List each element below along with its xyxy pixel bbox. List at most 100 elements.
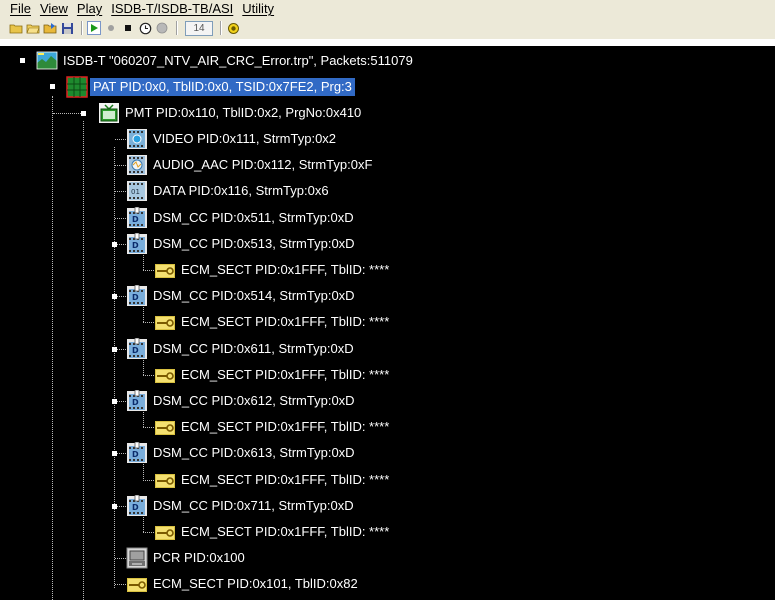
lightbulb-icon[interactable] (226, 21, 240, 35)
tree-expander[interactable] (112, 241, 117, 247)
tree-node-stream[interactable]: D DSM_CC PID:0x612, StrmTyp:0xD (126, 388, 358, 414)
tree-node-stream[interactable]: D DSM_CC PID:0x711, StrmTyp:0xD (126, 493, 357, 519)
tree-node-stream[interactable]: PCR PID:0x100 (126, 545, 248, 571)
transport-stream-icon (36, 50, 58, 72)
audio-stream-icon (126, 154, 148, 176)
menu-play[interactable]: Play (73, 1, 107, 16)
tree-node-stream[interactable]: D DSM_CC PID:0x514, StrmTyp:0xD (126, 283, 358, 309)
stream-tree[interactable]: ISDB-T "060207_NTV_AIR_CRC_Error.trp", P… (0, 46, 775, 600)
dsmcc-stream-icon: D (126, 337, 148, 360)
svg-text:D: D (132, 450, 139, 459)
tree-node-label: DSM_CC PID:0x612, StrmTyp:0xD (153, 393, 355, 408)
tree-connector (143, 427, 154, 429)
tree-connector (143, 322, 154, 324)
stop-icon[interactable] (121, 21, 135, 35)
tree-node-label: PCR PID:0x100 (153, 550, 245, 566)
dsmcc-stream-icon: D (126, 442, 148, 464)
tree-connector (143, 254, 144, 270)
tree-expander[interactable] (112, 503, 117, 509)
svg-text:D: D (132, 293, 139, 302)
tree-node-ecm[interactable]: ECM_SECT PID:0x1FFF, TblID: **** (154, 414, 392, 440)
tree-node-ecm[interactable]: ECM_SECT PID:0x1FFF, TblID: **** (154, 257, 392, 283)
svg-text:D: D (132, 241, 139, 250)
tree-node-pmt[interactable]: PMT PID:0x110, TblID:0x2, PrgNo:0x410 (98, 100, 364, 126)
tree-node-stream[interactable]: ECM_SECT PID:0x101, TblID:0x82 (126, 571, 361, 597)
tree-node-ecm[interactable]: ECM_SECT PID:0x1FFF, TblID: **** (154, 362, 392, 388)
tree-expander[interactable] (50, 84, 55, 89)
tree-node-stream[interactable]: D DSM_CC PID:0x611, StrmTyp:0xD (126, 336, 357, 362)
play-icon[interactable] (87, 21, 101, 35)
svg-text:D: D (132, 346, 139, 355)
tree-connector (143, 532, 154, 533)
packet-count-field[interactable]: 14 (185, 20, 213, 36)
tree-connector (115, 165, 126, 167)
toolbar-separator (220, 21, 222, 35)
open-folder-icon[interactable] (26, 21, 40, 35)
tree-node-ecm[interactable]: ECM_SECT PID:0x1FFF, TblID: **** (154, 309, 392, 335)
tree-node-label: DSM_CC PID:0x613, StrmTyp:0xD (153, 445, 355, 461)
tree-connector (115, 139, 126, 140)
status-dot-icon[interactable] (155, 21, 169, 35)
tree-expander[interactable] (112, 399, 117, 404)
key-icon (154, 521, 176, 543)
menu-utility[interactable]: Utility (238, 1, 279, 16)
tree-node-label: ECM_SECT PID:0x1FFF, TblID: **** (181, 419, 390, 435)
tree-connector (115, 217, 126, 219)
tree-node-ecm[interactable]: ECM_SECT PID:0x1FFF, TblID: **** (154, 519, 392, 545)
tree-node-label: DSM_CC PID:0x511, StrmTyp:0xD (153, 209, 354, 225)
tree-node-stream[interactable]: 01 DATA PID:0x116, StrmTyp:0x6 (126, 178, 332, 204)
menu-file[interactable]: File (0, 1, 36, 16)
tree-expander[interactable] (112, 346, 117, 352)
tree-expander[interactable] (20, 58, 25, 63)
tree-connector (143, 412, 144, 427)
tree-node-label: VIDEO PID:0x111, StrmTyp:0x2 (153, 131, 337, 146)
tree-node-stream[interactable]: AUDIO_AAC PID:0x112, StrmTyp:0xF (126, 152, 375, 178)
dsmcc-stream-icon: D (126, 390, 148, 412)
tree-node-root[interactable]: ISDB-T "060207_NTV_AIR_CRC_Error.trp", P… (36, 48, 416, 74)
dsmcc-stream-icon: D (126, 285, 148, 307)
tree-node-stream[interactable]: VIDEO PID:0x111, StrmTyp:0x2 (126, 126, 339, 152)
key-icon (126, 573, 148, 595)
tree-connector (83, 121, 84, 600)
menu-view[interactable]: View (36, 1, 73, 16)
clock-icon[interactable] (138, 21, 152, 35)
menu-bar: File View Play ISDB-T/ISDB-TB/ASI Utilit… (0, 0, 775, 17)
tree-node-stream[interactable]: D DSM_CC PID:0x613, StrmTyp:0xD (126, 440, 358, 466)
tree-node-stream[interactable]: D DSM_CC PID:0x511, StrmTyp:0xD (126, 205, 357, 231)
tree-node-ecm[interactable]: ECM_SECT PID:0x1FFF, TblID: **** (154, 467, 392, 493)
menu-isdb[interactable]: ISDB-T/ISDB-TB/ASI (107, 1, 238, 16)
tv-program-icon (98, 102, 120, 124)
tree-expander[interactable] (81, 111, 86, 116)
tree-expander[interactable] (112, 451, 117, 457)
tree-connector (143, 479, 154, 481)
tree-connector (114, 147, 115, 588)
toolbar: 14 (0, 17, 775, 39)
tree-connector (143, 270, 154, 271)
new-folder-icon[interactable] (9, 21, 23, 35)
video-stream-icon (126, 128, 148, 150)
tree-node-stream[interactable]: D DSM_CC PID:0x513, StrmTyp:0xD (126, 231, 358, 257)
open-file-icon[interactable] (43, 21, 57, 35)
tree-node-label: ECM_SECT PID:0x1FFF, TblID: **** (181, 366, 390, 382)
tree-node-label: DSM_CC PID:0x711, StrmTyp:0xD (153, 497, 354, 513)
record-icon[interactable] (104, 21, 118, 35)
tree-connector (53, 113, 83, 114)
key-icon (154, 259, 176, 281)
key-icon (154, 311, 176, 333)
dsmcc-stream-icon: D (126, 206, 148, 229)
tree-expander[interactable] (112, 294, 117, 300)
key-icon (154, 416, 176, 438)
tree-node-label: ECM_SECT PID:0x1FFF, TblID: **** (181, 524, 390, 539)
svg-text:D: D (132, 215, 139, 224)
dsmcc-stream-icon: D (126, 232, 148, 255)
tree-node-label: ECM_SECT PID:0x1FFF, TblID: **** (181, 314, 390, 330)
tree-node-label: ECM_SECT PID:0x1FFF, TblID: **** (181, 262, 390, 277)
save-disk-icon[interactable] (60, 21, 74, 35)
tree-node-label: PMT PID:0x110, TblID:0x2, PrgNo:0x410 (125, 105, 362, 120)
tree-node-pat[interactable]: PAT PID:0x0, TblID:0x0, TSID:0x7FE2, Prg… (66, 74, 355, 100)
tree-node-label: ECM_SECT PID:0x101, TblID:0x82 (153, 576, 358, 592)
tree-connector (115, 558, 126, 560)
toolbar-separator (81, 21, 83, 35)
pcr-clock-icon (126, 547, 148, 569)
key-icon (154, 469, 176, 491)
